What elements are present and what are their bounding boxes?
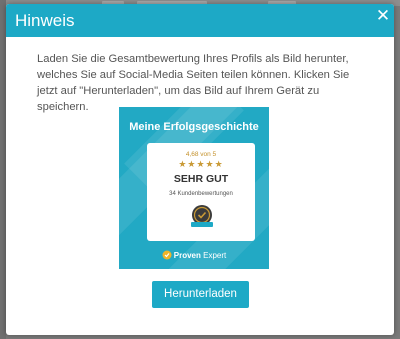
modal-title: Hinweis	[15, 11, 75, 30]
rating-verdict: SEHR GUT	[173, 173, 229, 185]
brand-name-light: Expert	[203, 251, 227, 260]
proven-expert-brand: Proven Expert	[119, 250, 269, 260]
review-count: 34 Kundenbewertungen	[169, 191, 233, 197]
brand-name-bold: Proven	[173, 251, 201, 260]
modal-description: Laden Sie die Gesamtbewertung Ihres Prof…	[37, 53, 350, 113]
modal-header: Hinweis ✕	[6, 4, 394, 37]
rating-card: 4,68 von 5 ★★★★★ SEHR GUT 34 Kundenbewer…	[147, 143, 255, 241]
notice-modal: Hinweis ✕ Laden Sie die Gesamtbewertung …	[6, 4, 394, 335]
download-button[interactable]: Herunterladen	[152, 281, 249, 308]
star-rating-icon: ★★★★★	[178, 160, 224, 170]
close-icon[interactable]: ✕	[375, 8, 391, 25]
award-seal-icon	[191, 205, 213, 227]
badge-title: Meine Erfolgsgeschichte	[129, 121, 259, 133]
proven-expert-logo-icon	[162, 250, 172, 260]
rating-badge-image: Meine Erfolgsgeschichte 4,68 von 5 ★★★★★…	[119, 107, 269, 269]
rating-score: 4,68 von 5	[185, 151, 217, 158]
